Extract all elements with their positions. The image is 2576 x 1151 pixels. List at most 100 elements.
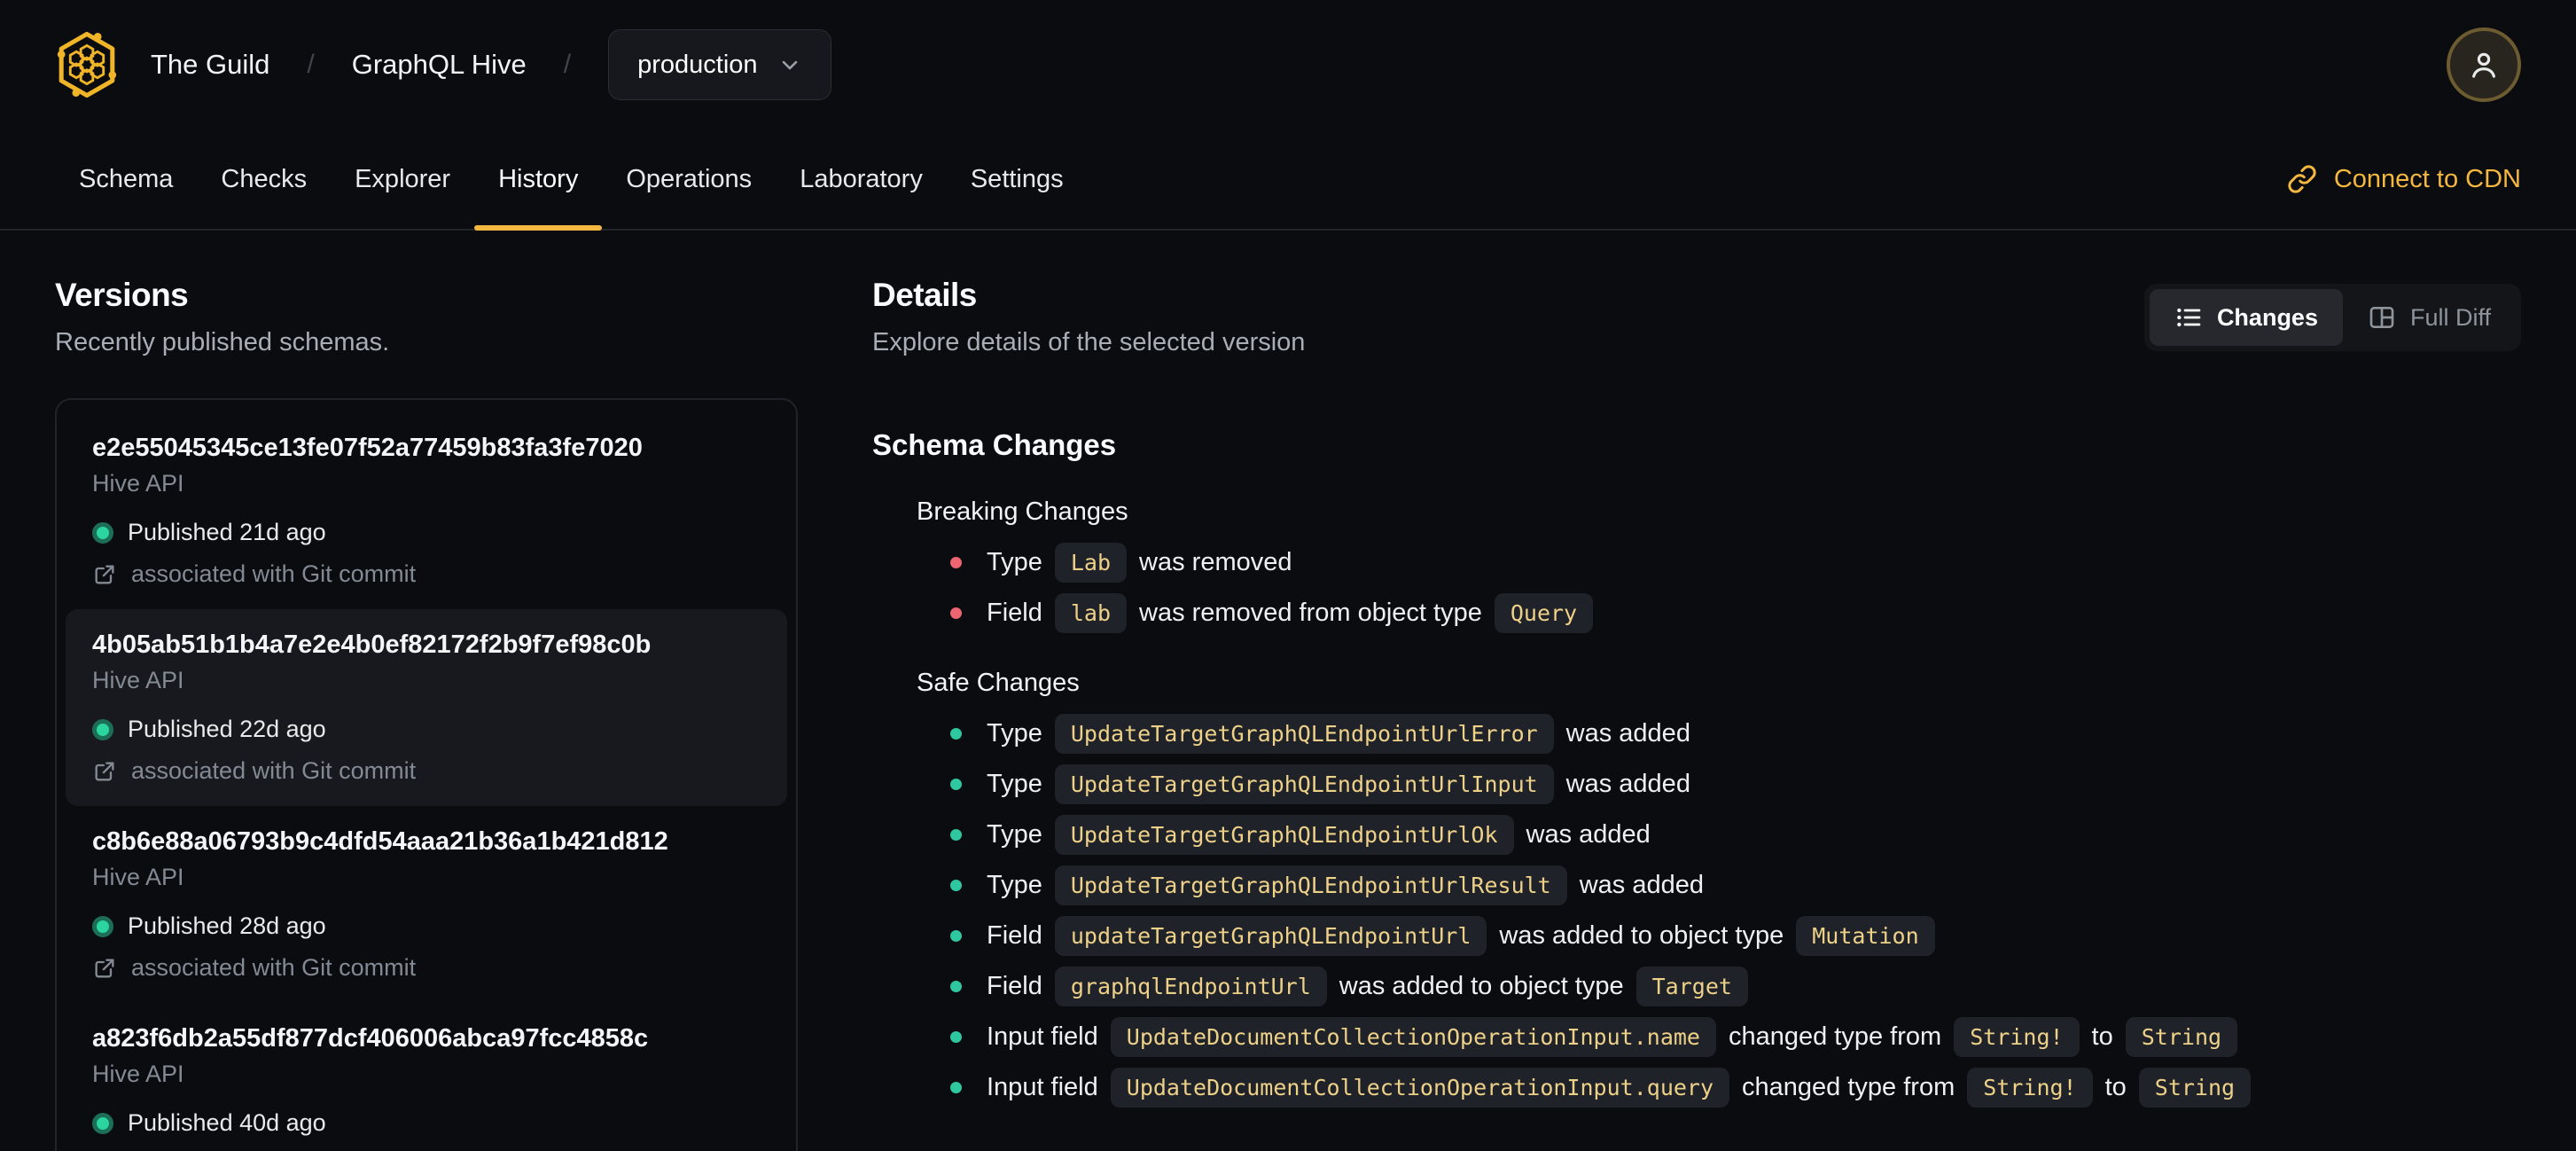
git-commit-link[interactable]: associated with Git commit bbox=[92, 757, 761, 785]
change-section-name: Safe Changes bbox=[917, 669, 1080, 697]
hive-logo-icon bbox=[57, 31, 117, 98]
version-card[interactable]: 4b05ab51b1b4a7e2e4b0ef82172f2b9f7ef98c0b… bbox=[66, 609, 787, 806]
app-header: The Guild / GraphQL Hive / production bbox=[0, 0, 2576, 129]
version-published: Published 40d ago bbox=[92, 1109, 761, 1137]
tab-schema[interactable]: Schema bbox=[55, 129, 197, 229]
tab-settings[interactable]: Settings bbox=[947, 129, 1088, 229]
code-badge: UpdateDocumentCollectionOperationInput.n… bbox=[1110, 1017, 1716, 1057]
version-service: Hive API bbox=[92, 470, 184, 497]
code-badge: graphqlEndpointUrl bbox=[1054, 967, 1327, 1006]
details-panel: Details Explore details of the selected … bbox=[872, 231, 2521, 1118]
safe-bullet bbox=[950, 779, 962, 790]
published-status-dot bbox=[92, 718, 113, 740]
code-badge: String! bbox=[1954, 1017, 2080, 1057]
breadcrumb-separator: / bbox=[563, 50, 572, 79]
user-icon bbox=[2472, 52, 2495, 78]
tab-laboratory[interactable]: Laboratory bbox=[776, 129, 947, 229]
git-commit-link[interactable]: associated with Git commit bbox=[92, 954, 761, 982]
version-published: Published 21d ago bbox=[92, 519, 761, 546]
code-badge: String bbox=[2125, 1017, 2238, 1057]
change-item: Type UpdateTargetGraphQLEndpointUrlResult… bbox=[950, 865, 2521, 905]
code-badge: UpdateTargetGraphQLEndpointUrlResult bbox=[1054, 865, 1567, 905]
schema-changes-body: Breaking Changes Type Lab was removed Field l… bbox=[872, 497, 2521, 1108]
change-list: Type UpdateTargetGraphQLEndpointUrlError w… bbox=[872, 714, 2521, 1108]
breadcrumb-org[interactable]: The Guild bbox=[151, 49, 269, 81]
change-section-name: Breaking Changes bbox=[917, 497, 1128, 526]
code-badge: Query bbox=[1494, 593, 1594, 633]
version-service: Hive API bbox=[92, 864, 184, 890]
change-text: was removed bbox=[1139, 548, 1292, 576]
change-text: Type bbox=[987, 719, 1042, 748]
details-title: Details bbox=[872, 277, 977, 313]
published-label: Published 22d ago bbox=[128, 716, 326, 742]
published-label: Published 40d ago bbox=[128, 1109, 326, 1136]
version-card[interactable]: c8b6e88a06793b9c4dfd54aaa21b36a1b421d812… bbox=[66, 806, 787, 1003]
change-text: was added bbox=[1565, 770, 1690, 798]
tab-explorer[interactable]: Explorer bbox=[331, 129, 474, 229]
tab-list: Schema Checks Explorer History Operations Lab… bbox=[55, 129, 1088, 231]
change-text: Type bbox=[987, 820, 1042, 849]
version-hash: c8b6e88a06793b9c4dfd54aaa21b36a1b421d812 bbox=[92, 827, 668, 856]
code-badge: String! bbox=[1967, 1068, 2093, 1108]
change-item: Input field UpdateDocumentCollectionOpera… bbox=[950, 1068, 2521, 1108]
change-text: was added to object type bbox=[1499, 921, 1784, 950]
change-item: Field lab was removed from object type Quer… bbox=[950, 593, 2521, 633]
changes-toggle-button[interactable]: Changes bbox=[2149, 289, 2343, 346]
version-list: e2e55045345ce13fe07f52a77459b83fa3fe7020… bbox=[55, 398, 798, 1151]
code-badge: UpdateTargetGraphQLEndpointUrlError bbox=[1054, 714, 1554, 754]
breaking-bullet bbox=[950, 557, 962, 568]
change-text: to bbox=[2104, 1073, 2127, 1101]
breadcrumb-project[interactable]: GraphQL Hive bbox=[352, 49, 527, 81]
versions-panel: Versions Recently published schemas. e2e… bbox=[55, 231, 798, 1151]
git-commit-label: associated with Git commit bbox=[131, 560, 417, 587]
version-hash: 4b05ab51b1b4a7e2e4b0ef82172f2b9f7ef98c0b bbox=[92, 630, 652, 659]
tab-checks[interactable]: Checks bbox=[197, 129, 331, 229]
change-item: Type UpdateTargetGraphQLEndpointUrlError w… bbox=[950, 714, 2521, 754]
version-hash: a823f6db2a55df877dcf406006abca97fcc4858c bbox=[92, 1024, 649, 1053]
tab-history[interactable]: History bbox=[474, 129, 603, 231]
change-text: to bbox=[2091, 1022, 2113, 1051]
breadcrumb-separator: / bbox=[307, 50, 315, 79]
external-link-icon bbox=[95, 565, 114, 583]
git-commit-link[interactable]: associated with Git commit bbox=[92, 560, 761, 588]
chevron-down-icon bbox=[782, 60, 797, 70]
change-item: Type UpdateTargetGraphQLEndpointUrlInput w… bbox=[950, 764, 2521, 804]
list-icon bbox=[2177, 308, 2201, 327]
connect-to-cdn-button[interactable]: Connect to CDN bbox=[2286, 163, 2521, 195]
change-text: was added to object type bbox=[1339, 972, 1624, 1000]
change-text: changed type from bbox=[1728, 1022, 1942, 1051]
details-subtitle: Explore details of the selected version bbox=[872, 328, 1306, 356]
code-badge: UpdateTargetGraphQLEndpointUrlOk bbox=[1054, 815, 1514, 855]
safe-bullet bbox=[950, 728, 962, 740]
primary-nav: Schema Checks Explorer History Operations Lab… bbox=[0, 129, 2576, 231]
target-selector-dropdown[interactable]: production bbox=[608, 29, 831, 100]
user-avatar-button[interactable] bbox=[2447, 27, 2521, 102]
version-card[interactable]: a823f6db2a55df877dcf406006abca97fcc4858c… bbox=[66, 1003, 787, 1151]
schema-changes-title: Schema Changes bbox=[872, 428, 1117, 461]
tab-operations[interactable]: Operations bbox=[602, 129, 776, 229]
code-badge: lab bbox=[1054, 593, 1128, 633]
schema-changes-section: Schema Changes Breaking Changes Type Lab wa… bbox=[872, 428, 2521, 1108]
change-text: Type bbox=[987, 770, 1042, 798]
safe-bullet bbox=[950, 829, 962, 841]
change-text: Type bbox=[987, 871, 1042, 899]
version-published: Published 22d ago bbox=[92, 716, 761, 743]
published-label: Published 21d ago bbox=[128, 519, 326, 545]
full-diff-toggle-button[interactable]: Full Diff bbox=[2343, 289, 2516, 346]
breaking-bullet bbox=[950, 607, 962, 619]
change-text: Type bbox=[987, 548, 1042, 576]
code-badge: Target bbox=[1635, 967, 1748, 1006]
safe-bullet bbox=[950, 981, 962, 992]
external-link-icon bbox=[95, 762, 114, 780]
change-item: Type UpdateTargetGraphQLEndpointUrlOk was … bbox=[950, 815, 2521, 855]
full-diff-toggle-label: Full Diff bbox=[2409, 303, 2491, 331]
change-text: Field bbox=[987, 921, 1042, 950]
published-status-dot bbox=[92, 1112, 113, 1134]
safe-bullet bbox=[950, 930, 962, 942]
main-content: Versions Recently published schemas. e2e… bbox=[0, 231, 2576, 1151]
target-selector-value: production bbox=[637, 50, 758, 79]
version-card[interactable]: e2e55045345ce13fe07f52a77459b83fa3fe7020… bbox=[66, 412, 787, 609]
safe-bullet bbox=[950, 1082, 962, 1093]
change-text: was added bbox=[1565, 719, 1690, 748]
version-hash: e2e55045345ce13fe07f52a77459b83fa3fe7020 bbox=[92, 434, 643, 462]
